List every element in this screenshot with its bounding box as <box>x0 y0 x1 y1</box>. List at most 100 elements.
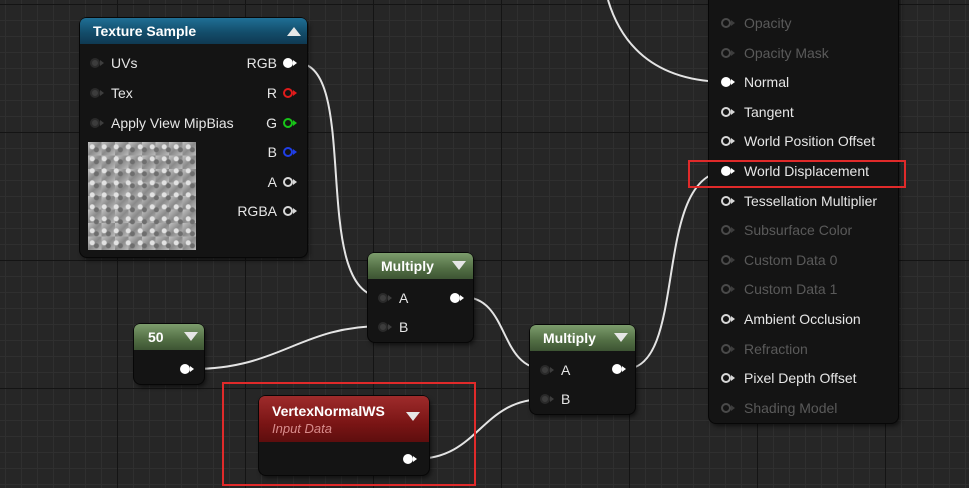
input-label: B <box>399 319 409 335</box>
pin-arrow-icon <box>550 367 554 373</box>
material-input-pin-icon[interactable] <box>721 225 731 236</box>
texture-sample-header[interactable]: Texture Sample <box>80 18 307 44</box>
input-pin-icon[interactable] <box>540 365 550 375</box>
highlight-vertex-normal-ws <box>222 382 476 486</box>
collapse-down-icon[interactable] <box>452 261 466 270</box>
material-pin-label: Custom Data 1 <box>744 281 838 298</box>
pin-arrow-icon <box>100 60 104 66</box>
multiply-1-title: Multiply <box>381 258 434 274</box>
output-b-pin-icon[interactable] <box>283 147 293 157</box>
pin-arrow-icon <box>731 286 735 293</box>
material-input-pin-icon[interactable] <box>721 343 731 354</box>
material-pin-label: Tessellation Multiplier <box>744 192 878 209</box>
collapse-down-icon[interactable] <box>614 333 628 342</box>
pin-arrow-icon <box>731 256 735 263</box>
constant-node[interactable]: 50 <box>134 324 204 384</box>
pin-arrow-icon <box>388 295 392 301</box>
material-input-pin-icon[interactable] <box>721 77 731 88</box>
texture-output-b-label: B <box>267 144 277 160</box>
material-pin-label: Opacity Mask <box>744 44 829 61</box>
input-pin-icon[interactable] <box>90 58 100 68</box>
input-pin-icon[interactable] <box>90 88 100 98</box>
multiply-node-1[interactable]: Multiply A B <box>368 253 473 342</box>
material-input-pin-icon[interactable] <box>721 402 731 413</box>
pin-arrow-icon <box>293 179 297 185</box>
output-rgba-pin-icon[interactable] <box>283 206 293 216</box>
pin-arrow-icon <box>731 108 735 115</box>
pin-arrow-icon <box>100 90 104 96</box>
input-pin-icon[interactable] <box>540 394 550 404</box>
multiply-2-title: Multiply <box>543 330 596 346</box>
input-pin-icon[interactable] <box>378 293 388 303</box>
multiply-2-header[interactable]: Multiply <box>530 325 635 351</box>
material-pin-label: Shading Model <box>744 399 838 416</box>
pin-arrow-icon <box>731 49 735 56</box>
texture-output-a-label: A <box>267 174 277 190</box>
pin-arrow-icon <box>293 60 297 66</box>
output-g-pin-icon[interactable] <box>283 118 293 128</box>
material-pin-label: Refraction <box>744 340 808 357</box>
output-r-pin-icon[interactable] <box>283 88 293 98</box>
texture-input-label: Tex <box>111 85 133 101</box>
texture-sample-title: Texture Sample <box>93 23 197 39</box>
input-label: B <box>561 391 571 407</box>
material-pin-label: World Position Offset <box>744 133 875 150</box>
material-input-pin-icon[interactable] <box>721 195 731 206</box>
pin-arrow-icon <box>460 295 464 301</box>
constant-output-pin-icon[interactable] <box>180 364 190 374</box>
material-pin-label: Custom Data 0 <box>744 251 838 268</box>
pin-arrow-icon <box>550 396 554 402</box>
texture-output-g-label: G <box>266 115 277 131</box>
material-pin-label: Tangent <box>744 103 794 120</box>
pin-arrow-icon <box>100 120 104 126</box>
constant-header[interactable]: 50 <box>134 324 204 350</box>
texture-output-rgb-label: RGB <box>246 55 277 71</box>
constant-value: 50 <box>148 329 164 345</box>
collapse-down-icon[interactable] <box>184 332 198 341</box>
multiply-1-output-pin-icon[interactable] <box>450 293 460 303</box>
material-pin-label: Pixel Depth Offset <box>744 370 857 387</box>
material-pin-label: Normal <box>744 74 790 91</box>
material-input-pin-icon[interactable] <box>721 18 731 28</box>
material-input-pin-icon[interactable] <box>721 106 731 117</box>
material-pin-label: Opacity <box>744 15 792 31</box>
input-pin-icon[interactable] <box>90 118 100 128</box>
multiply-1-header[interactable]: Multiply <box>368 253 473 279</box>
pin-arrow-icon <box>731 316 735 322</box>
pin-arrow-icon <box>293 90 297 96</box>
multiply-node-2[interactable]: Multiply A B <box>530 325 635 414</box>
material-input-pin-icon[interactable] <box>721 314 731 324</box>
input-label: A <box>399 290 409 306</box>
multiply-2-output-pin-icon[interactable] <box>612 364 622 374</box>
texture-output-rgba-label: RGBA <box>237 203 277 219</box>
material-pin-label: Subsurface Color <box>744 222 853 239</box>
pin-arrow-icon <box>190 366 194 372</box>
pin-arrow-icon <box>731 345 735 352</box>
material-input-pin-icon[interactable] <box>721 284 731 295</box>
texture-preview-thumbnail <box>88 142 196 250</box>
material-input-pin-icon[interactable] <box>721 47 731 58</box>
wire-constant-to-multiply1-b[interactable] <box>192 325 384 370</box>
texture-input-label: UVs <box>111 55 138 71</box>
output-rgb-pin-icon[interactable] <box>283 58 293 68</box>
input-pin-icon[interactable] <box>378 322 388 332</box>
pin-arrow-icon <box>293 120 297 126</box>
material-input-pin-icon[interactable] <box>721 254 731 265</box>
pin-arrow-icon <box>731 404 735 411</box>
texture-input-label: Apply View MipBias <box>111 115 234 131</box>
texture-sample-node[interactable]: Texture Sample UVs Tex Apply View MipBia… <box>80 18 307 257</box>
material-input-pin-icon[interactable] <box>721 136 731 147</box>
pin-arrow-icon <box>731 375 735 382</box>
pin-arrow-icon <box>731 197 735 204</box>
material-pin-label: Ambient Occlusion <box>744 311 861 327</box>
pin-arrow-icon <box>731 138 735 145</box>
highlight-world-displacement <box>688 160 906 188</box>
input-label: A <box>561 362 571 378</box>
output-a-pin-icon[interactable] <box>283 177 293 187</box>
pin-arrow-icon <box>731 79 735 86</box>
collapse-up-icon[interactable] <box>287 27 301 36</box>
material-output-node[interactable]: Opacity Opacity Mask Normal Tangent World Po… <box>709 0 898 423</box>
pin-arrow-icon <box>731 20 735 26</box>
pin-arrow-icon <box>293 149 297 155</box>
material-input-pin-icon[interactable] <box>721 373 731 384</box>
